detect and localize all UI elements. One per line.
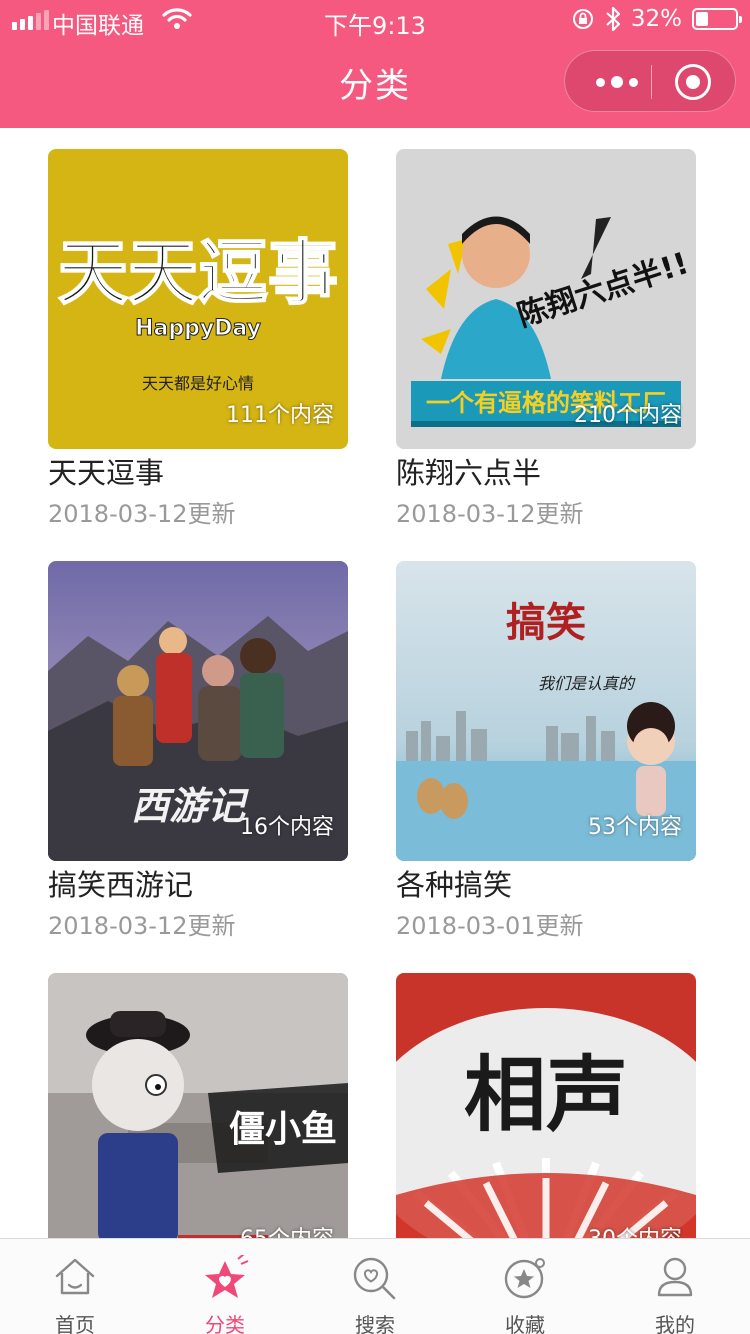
category-thumbnail: 西游记 16个内容 xyxy=(48,561,348,861)
update-date: 2018-03-12更新 xyxy=(396,500,584,528)
category-thumbnail: 搞笑 我们是认真的 53个内容 xyxy=(396,561,696,861)
category-card[interactable]: 相声 30个内容 xyxy=(396,973,696,1238)
mini-program-capsule xyxy=(564,50,736,112)
status-bar: 中国联通 下午9:13 32% xyxy=(0,0,750,40)
tab-favorite[interactable]: 收藏 xyxy=(450,1239,600,1334)
tab-label: 搜索 xyxy=(355,1313,395,1334)
tab-label: 首页 xyxy=(55,1313,95,1334)
tab-profile[interactable]: 我的 xyxy=(600,1239,750,1334)
capsule-divider xyxy=(651,65,652,99)
category-thumbnail: 僵小鱼 65个内容 xyxy=(48,973,348,1238)
category-card[interactable]: 陈翔六点半!! 一个有逼格的笑料工厂 210个内容 陈翔六点半 2018-03-… xyxy=(396,149,696,529)
tab-bar: 首页 分类 搜索 收藏 我的 xyxy=(0,1238,750,1334)
tab-label: 我的 xyxy=(655,1313,695,1334)
content-count: 53个内容 xyxy=(588,815,682,840)
more-button[interactable] xyxy=(587,51,647,113)
content-count: 65个内容 xyxy=(240,1221,334,1238)
category-thumbnail: 相声 30个内容 xyxy=(396,973,696,1238)
update-date: 2018-03-01更新 xyxy=(396,912,584,940)
profile-icon xyxy=(657,1257,693,1297)
content-count: 210个内容 xyxy=(574,403,682,428)
category-icon xyxy=(205,1255,249,1298)
category-name: 各种搞笑 xyxy=(396,868,513,902)
tab-category[interactable]: 分类 xyxy=(150,1239,300,1334)
battery-icon xyxy=(692,8,742,30)
close-button[interactable] xyxy=(675,64,711,100)
content-count: 16个内容 xyxy=(240,815,334,840)
update-date: 2018-03-12更新 xyxy=(48,500,236,528)
category-card[interactable]: 僵小鱼 65个内容 xyxy=(48,973,348,1238)
home-icon xyxy=(55,1258,95,1295)
category-thumbnail: 陈翔六点半!! 一个有逼格的笑料工厂 210个内容 xyxy=(396,149,696,449)
svg-text:天天逗事: 天天逗事 xyxy=(58,232,338,314)
tab-search[interactable]: 搜索 xyxy=(300,1239,450,1334)
svg-text:我们是认真的: 我们是认真的 xyxy=(538,674,636,693)
category-card[interactable]: 搞笑 我们是认真的 53个内容 各种搞笑 2018-03-01更新 xyxy=(396,561,696,941)
tab-home[interactable]: 首页 xyxy=(0,1239,150,1334)
top-bar: 中国联通 下午9:13 32% 分类 xyxy=(0,0,750,128)
orientation-lock-icon xyxy=(572,9,593,29)
update-date: 2018-03-12更新 xyxy=(48,912,236,940)
category-name: 天天逗事 xyxy=(48,456,165,490)
category-grid: 天天逗事 HappyDay 天天都是好心情 111个内容 天天逗事 2018-0… xyxy=(0,128,750,1238)
category-thumbnail: 天天逗事 HappyDay 天天都是好心情 111个内容 xyxy=(48,149,348,449)
svg-text:西游记: 西游记 xyxy=(131,783,249,828)
battery-percent: 32% xyxy=(630,6,682,32)
svg-text:天天都是好心情: 天天都是好心情 xyxy=(142,374,254,393)
svg-text:HappyDay: HappyDay xyxy=(135,316,261,341)
category-name: 陈翔六点半 xyxy=(396,456,542,490)
category-card[interactable]: 天天逗事 HappyDay 天天都是好心情 111个内容 天天逗事 2018-0… xyxy=(48,149,348,529)
bluetooth-icon xyxy=(606,6,620,32)
category-name: 搞笑西游记 xyxy=(48,868,194,902)
svg-text:搞笑: 搞笑 xyxy=(506,599,586,646)
svg-text:相声: 相声 xyxy=(464,1048,628,1143)
favorite-icon xyxy=(504,1258,545,1299)
search-icon xyxy=(353,1257,396,1300)
content-count: 111个内容 xyxy=(226,403,334,428)
tab-label: 收藏 xyxy=(505,1313,545,1334)
svg-text:僵小鱼: 僵小鱼 xyxy=(229,1108,337,1150)
tab-label: 分类 xyxy=(205,1313,245,1334)
category-card[interactable]: 西游记 16个内容 搞笑西游记 2018-03-12更新 xyxy=(48,561,348,941)
content-count: 30个内容 xyxy=(588,1221,682,1238)
